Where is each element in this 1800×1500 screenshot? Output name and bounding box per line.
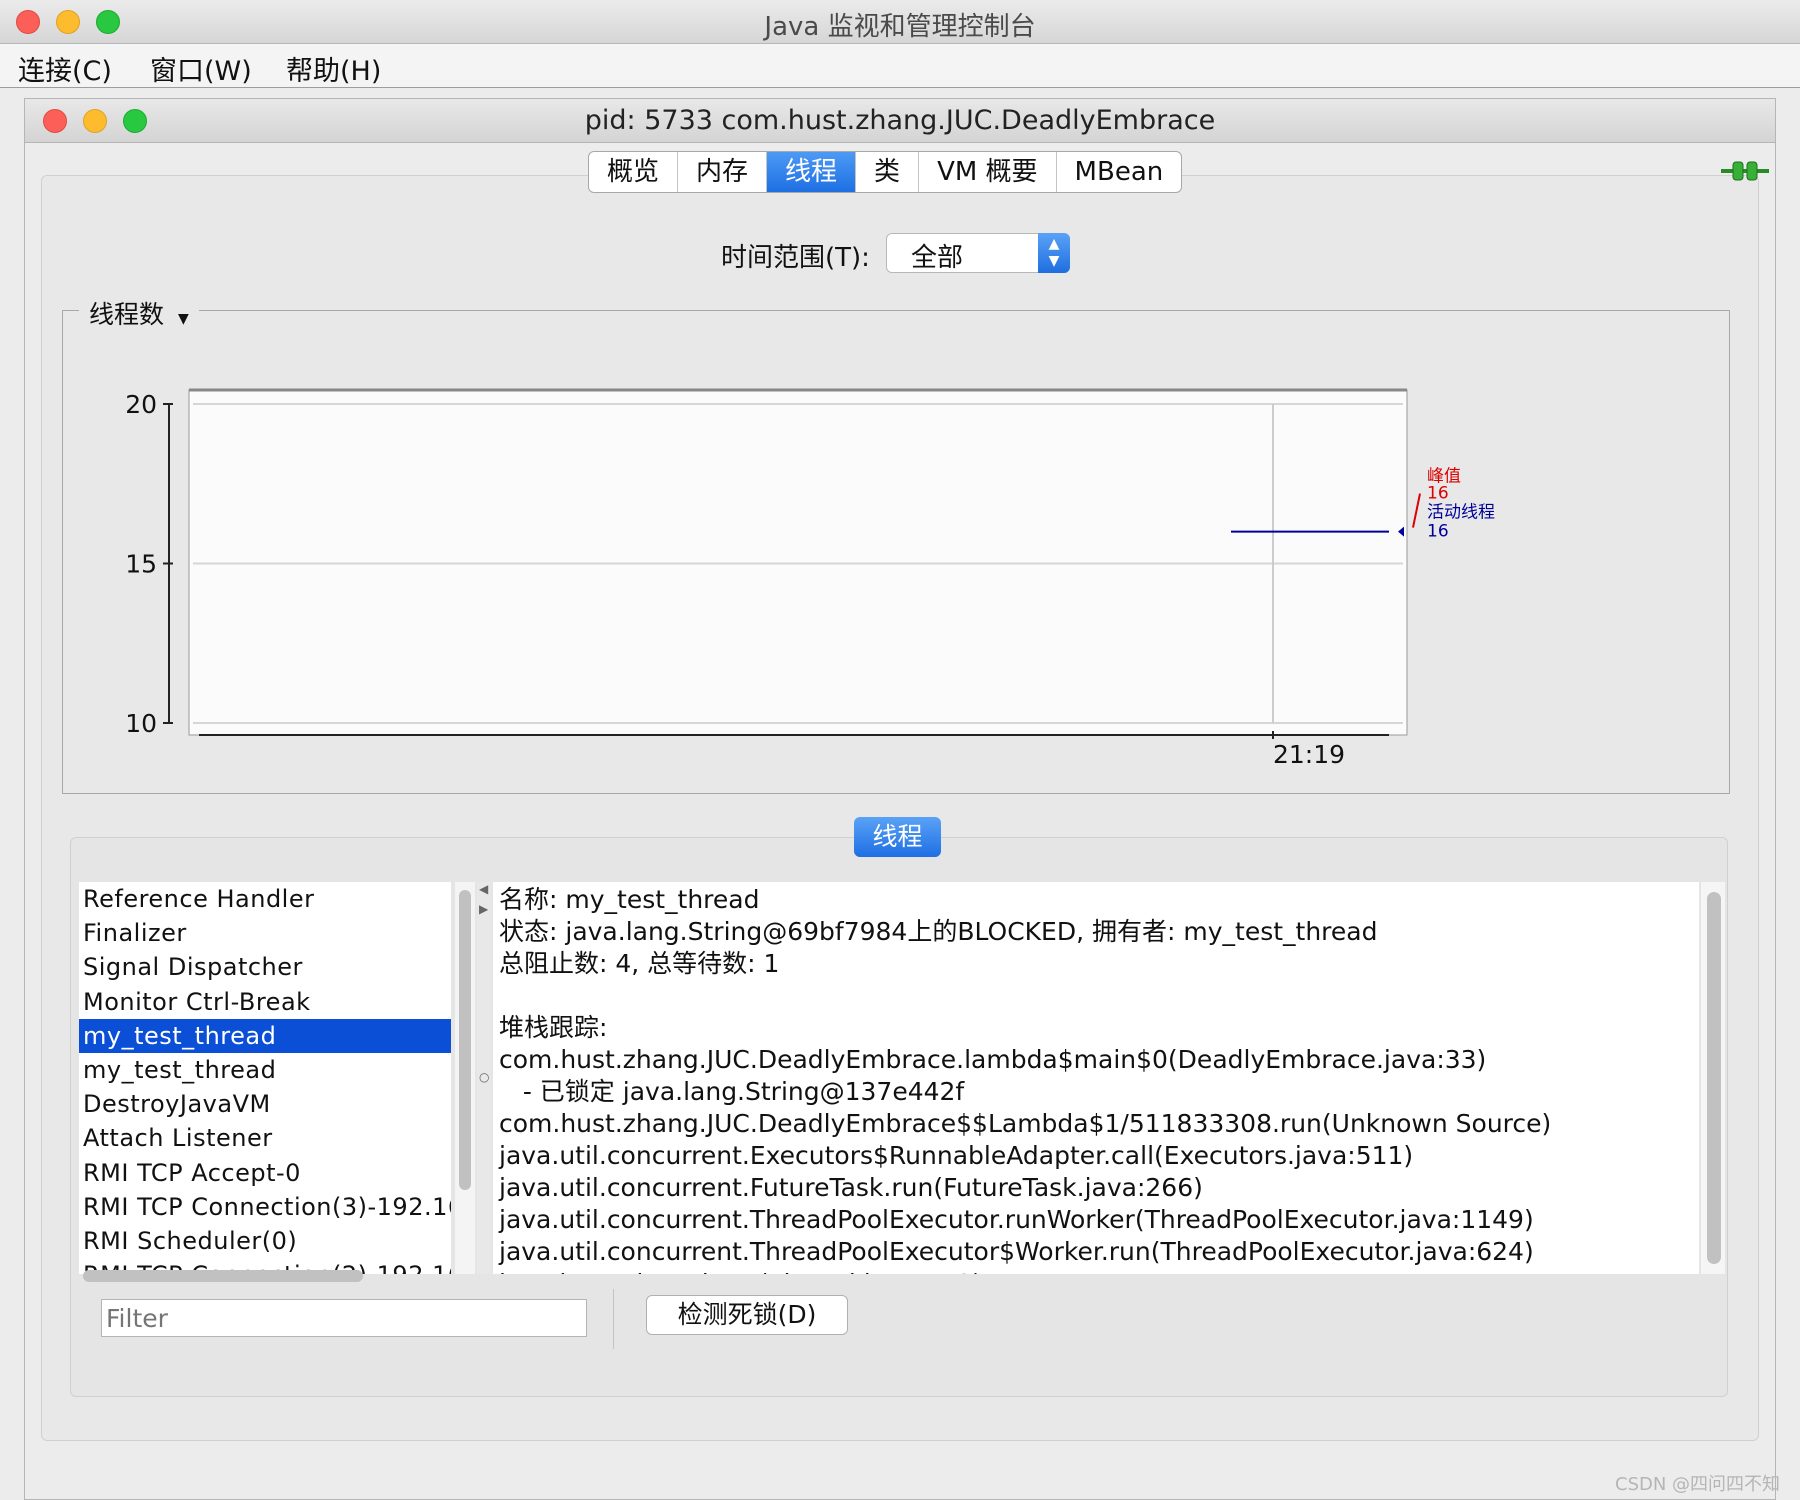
time-range-select[interactable]: 全部 ▲ ▼ [886,233,1070,273]
thread-list-item[interactable]: my_test_thread [79,1018,451,1053]
chart-selector[interactable]: 线程数 ▼ [79,295,199,331]
tab-overview[interactable]: 概览 [589,152,679,192]
thread-list-vscrollbar[interactable] [455,882,475,1274]
menu-window[interactable]: 窗口(W) [150,49,252,88]
legend-peak-value: 16 [1427,484,1449,504]
scroll-thumb[interactable] [1707,892,1721,1264]
thread-count-chart: 20151021:19峰值16活动线程16 [125,388,1495,769]
tab-classes[interactable]: 类 [856,152,920,192]
scroll-thumb[interactable] [83,1270,363,1282]
stack-frame: java.util.concurrent.Executors$RunnableA… [499,1141,1414,1170]
thread-list-item[interactable]: DestroyJavaVM [79,1087,451,1121]
filter-input[interactable] [101,1299,587,1337]
stack-frame: java.util.concurrent.ThreadPoolExecutor$… [499,1237,1534,1266]
tab-bar: 概览 内存 线程 类 VM 概要 MBean [588,151,1183,193]
stack-frame: com.hust.zhang.JUC.DeadlyEmbrace.lambda$… [499,1045,1487,1074]
stack-frame: java.util.concurrent.FutureTask.run(Futu… [499,1173,1203,1202]
time-range-value: 全部 [911,243,964,273]
split-divider[interactable]: ◀ ▶ ○ [477,882,491,1274]
connection-status-icon [1721,161,1769,181]
thread-list-item[interactable]: Attach Listener [79,1121,451,1155]
stack-trace: com.hust.zhang.JUC.DeadlyEmbrace.lambda$… [499,1044,1693,1274]
thread-list-item[interactable]: RMI Scheduler(0) [79,1224,451,1258]
thread-detail: 名称: my_test_thread 状态: java.lang.String@… [493,882,1699,1274]
connection-window: pid: 5733 com.hust.zhang.JUC.DeadlyEmbra… [24,98,1776,1500]
chart-title: 线程数 [89,300,165,329]
time-range-label: 时间范围(T): [721,243,870,273]
stack-frame: com.hust.zhang.JUC.DeadlyEmbrace$$Lambda… [499,1109,1552,1138]
collapse-left-icon[interactable]: ◀ [479,882,488,896]
detect-deadlock-button[interactable]: 检测死锁(D) [646,1295,848,1335]
collapse-right-icon[interactable]: ▶ [479,902,488,916]
legend-active-value: 16 [1427,522,1449,542]
peak-marker-icon [1412,493,1421,528]
thread-list-item[interactable]: Finalizer [79,916,451,950]
thread-list-item[interactable]: my_test_thread [79,1053,451,1087]
thread-list-hscrollbar[interactable] [79,1267,451,1285]
thread-list-item[interactable]: Reference Handler [79,882,451,916]
chevron-updown-icon: ▲ ▼ [1038,233,1070,273]
thread-name-line: 名称: my_test_thread [499,885,760,914]
drag-handle-icon[interactable]: ○ [479,1070,489,1084]
dropdown-arrow-icon: ▼ [177,311,189,327]
separator [613,1289,614,1349]
threads-section-label: 线程 [854,817,941,857]
thread-counts-line: 总阻止数: 4, 总等待数: 1 [499,949,780,978]
thread-list-item[interactable]: Signal Dispatcher [79,950,451,984]
tab-threads[interactable]: 线程 [767,152,857,192]
connection-title-bar: pid: 5733 com.hust.zhang.JUC.DeadlyEmbra… [25,99,1775,143]
y-tick-label: 15 [125,550,157,579]
x-tick-label: 21:19 [1273,740,1345,769]
title-bar: Java 监视和管理控制台 [0,0,1800,44]
thread-list-item[interactable]: RMI TCP Connection(3)-192.16 [79,1190,451,1224]
stack-frame: - 已锁定 java.lang.String@137e442f [499,1077,965,1106]
window-title: Java 监视和管理控制台 [764,12,1036,42]
stack-frame: java.lang.Thread.run(Thread.java:748) [499,1268,1693,1274]
connection-title: pid: 5733 com.hust.zhang.JUC.DeadlyEmbra… [584,105,1216,136]
legend-active-name: 活动线程 [1427,503,1495,523]
thread-list-item[interactable]: RMI TCP Accept-0 [79,1156,451,1190]
menu-bar: 连接(C) 窗口(W) 帮助(H) [0,44,1800,88]
y-tick-label: 20 [125,390,157,419]
thread-list-item[interactable]: Monitor Ctrl-Break [79,985,451,1019]
scroll-thumb[interactable] [459,890,471,1190]
menu-connect[interactable]: 连接(C) [18,49,112,88]
tab-mbean[interactable]: MBean [1057,152,1182,192]
thread-list[interactable]: Reference Handler Finalizer Signal Dispatc… [79,882,451,1274]
watermark: CSDN @四问四不知 [1615,1474,1781,1495]
detail-vscrollbar[interactable] [1701,882,1725,1274]
menu-help[interactable]: 帮助(H) [286,49,381,88]
tab-memory[interactable]: 内存 [678,152,768,192]
y-tick-label: 10 [125,709,157,738]
tab-vm-summary[interactable]: VM 概要 [919,152,1057,192]
thread-state-line: 状态: java.lang.String@69bf7984上的BLOCKED, … [499,917,1378,946]
stack-trace-title: 堆栈跟踪: [499,1013,608,1042]
stack-frame: java.util.concurrent.ThreadPoolExecutor.… [499,1205,1534,1234]
